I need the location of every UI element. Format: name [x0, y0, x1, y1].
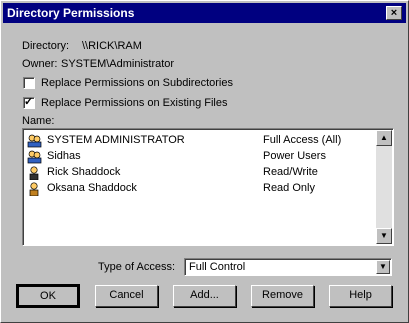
entry-access: Read/Write — [263, 166, 318, 178]
entry-name: Oksana Shaddock — [47, 182, 137, 194]
user-icon — [29, 166, 39, 180]
directory-label: Directory: — [22, 40, 70, 52]
replace-existing-files-label: Replace Permissions on Existing Files — [41, 97, 228, 109]
owner-label: Owner: — [22, 58, 58, 70]
cancel-button[interactable]: Cancel — [95, 285, 158, 307]
scroll-down-icon[interactable]: ▼ — [376, 228, 392, 244]
type-of-access-label: Type of Access: — [98, 261, 176, 273]
type-of-access-select[interactable]: Full Control ▼ — [184, 258, 392, 276]
list-item[interactable]: Oksana Shaddock Read Only — [25, 181, 365, 197]
entry-name: Rick Shaddock — [47, 166, 121, 178]
replace-subdirectories-checkbox[interactable] — [23, 77, 35, 89]
title-bar: Directory Permissions × — [3, 3, 406, 23]
scroll-up-icon[interactable]: ▲ — [376, 130, 392, 146]
entry-access: Read Only — [263, 182, 315, 194]
replace-subdirectories-label: Replace Permissions on Subdirectories — [41, 77, 233, 89]
chevron-down-icon[interactable]: ▼ — [376, 260, 390, 274]
window-title: Directory Permissions — [7, 6, 135, 20]
list-item[interactable]: Rick Shaddock Read/Write — [25, 165, 365, 181]
type-of-access-value: Full Control — [189, 261, 246, 273]
group-icon — [27, 134, 42, 148]
directory-value: \\RICK\RAM — [82, 40, 142, 52]
permissions-list[interactable]: SYSTEM ADMINISTRATOR Full Access (All) S… — [22, 128, 394, 246]
entry-access: Full Access (All) — [263, 134, 342, 146]
directory-permissions-dialog: Directory Permissions × Directory: \\RIC… — [0, 0, 409, 323]
user-icon — [29, 182, 39, 196]
add-button[interactable]: Add... — [173, 285, 236, 307]
name-list-label: Name: — [22, 115, 55, 127]
entry-name: Sidhas — [47, 150, 81, 162]
replace-existing-files-checkbox[interactable] — [23, 95, 35, 109]
ok-button[interactable]: OK — [16, 284, 80, 308]
remove-button[interactable]: Remove — [251, 285, 314, 307]
group-icon — [27, 150, 42, 164]
list-item[interactable]: SYSTEM ADMINISTRATOR Full Access (All) — [25, 133, 365, 149]
help-button[interactable]: Help — [329, 285, 392, 307]
list-item[interactable]: Sidhas Power Users — [25, 149, 365, 165]
entry-name: SYSTEM ADMINISTRATOR — [47, 134, 185, 146]
list-scrollbar[interactable]: ▲ ▼ — [376, 130, 392, 244]
close-icon[interactable]: × — [386, 6, 402, 20]
owner-value: SYSTEM\Administrator — [61, 58, 175, 70]
entry-access: Power Users — [263, 150, 326, 162]
